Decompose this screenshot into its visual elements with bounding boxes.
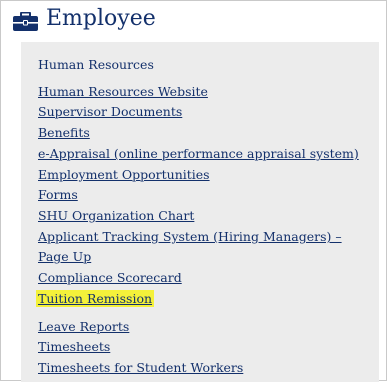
link-timesheets[interactable]: Timesheets [38, 339, 110, 354]
link-tuition-remission[interactable]: Tuition Remission [36, 290, 155, 307]
link-org-chart[interactable]: SHU Organization Chart [38, 208, 194, 223]
link-page-up[interactable]: Page Up [38, 249, 91, 264]
briefcase-icon [13, 12, 38, 31]
link-applicant-tracking[interactable]: Applicant Tracking System (Hiring Manage… [38, 229, 342, 244]
link-forms[interactable]: Forms [38, 187, 78, 202]
link-e-appraisal[interactable]: e-Appraisal (online performance appraisa… [38, 146, 359, 161]
section-label: Human Resources [38, 57, 154, 72]
link-timesheets-student-workers[interactable]: Timesheets for Student Workers [38, 360, 243, 375]
link-benefits[interactable]: Benefits [38, 125, 90, 140]
highlight-marker: Tuition Remission [36, 290, 155, 307]
link-employment-opportunities[interactable]: Employment Opportunities [38, 167, 210, 182]
link-supervisor-documents[interactable]: Supervisor Documents [38, 104, 182, 119]
link-compliance-scorecard[interactable]: Compliance Scorecard [38, 270, 182, 285]
widget-title: Employee [46, 6, 156, 31]
employee-widget: Employee Human Resources Human Resources… [0, 0, 387, 382]
link-leave-reports[interactable]: Leave Reports [38, 319, 129, 334]
links-panel: Human Resources Human Resources Website … [21, 42, 379, 382]
link-hr-website[interactable]: Human Resources Website [38, 84, 208, 99]
widget-header: Employee [1, 1, 386, 39]
